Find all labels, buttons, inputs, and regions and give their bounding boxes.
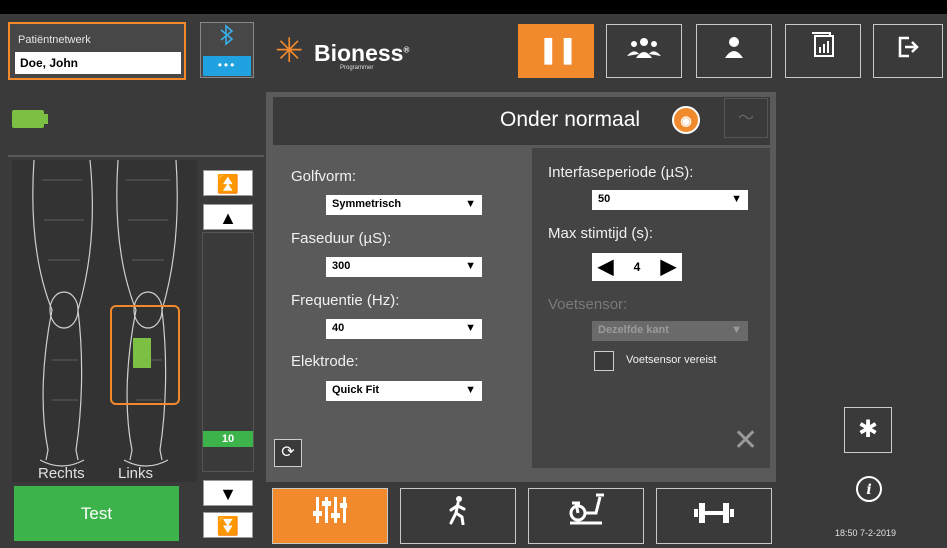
dropdown-arrow-icon: ▼ xyxy=(465,198,476,210)
tab-cycling[interactable] xyxy=(528,488,644,544)
intensity-value: 10 xyxy=(203,431,253,447)
close-icon[interactable]: ✕ xyxy=(733,426,758,456)
golfvorm-value: Symmetrisch xyxy=(332,198,402,210)
tab-stimulation-settings[interactable] xyxy=(272,488,388,544)
voetsensor-value: Dezelfde kant xyxy=(598,324,669,336)
tab-walking[interactable] xyxy=(400,488,516,544)
electrode-pad xyxy=(133,338,151,368)
bluetooth-dots: ••• xyxy=(203,56,251,76)
max-stimtijd-value: 4 xyxy=(633,260,641,274)
max-stimtijd-label: Max stimtijd (s): xyxy=(548,225,653,242)
nav-patient-button[interactable] xyxy=(696,24,772,78)
interfase-label: Interfaseperiode (µS): xyxy=(548,164,694,181)
golfvorm-label: Golfvorm: xyxy=(291,168,357,185)
patient-network-label: Patiëntnetwerk xyxy=(18,34,91,46)
sliders-icon xyxy=(313,497,347,531)
group-icon xyxy=(627,38,661,63)
max-stimtijd-stepper[interactable]: ◀ 4 ▶ xyxy=(592,253,682,281)
faseduur-value: 300 xyxy=(332,260,351,272)
decrement-arrow-icon[interactable]: ◀ xyxy=(598,253,613,281)
frequentie-value: 40 xyxy=(332,322,345,334)
intensity-up-fast-button[interactable]: ⏫ xyxy=(203,170,253,196)
clock-timestamp: 18:50 7-2-2019 xyxy=(835,528,897,538)
tab-strength[interactable] xyxy=(656,488,772,544)
gear-icon: ✱ xyxy=(857,416,879,443)
voetsensor-label: Voetsensor: xyxy=(548,296,628,313)
walking-icon xyxy=(447,496,469,531)
dropdown-arrow-icon: ▼ xyxy=(465,384,476,396)
dropdown-arrow-icon: ▼ xyxy=(465,322,476,334)
program-settings-icon[interactable]: ◉ xyxy=(672,106,700,134)
waveform-icon[interactable]: 〜 xyxy=(724,98,768,138)
interfase-value: 50 xyxy=(598,193,611,205)
bike-icon xyxy=(566,493,606,531)
golfvorm-select[interactable]: Symmetrisch ▼ xyxy=(326,195,482,215)
elektrode-select[interactable]: Quick Fit ▼ xyxy=(326,381,482,401)
info-icon[interactable]: i xyxy=(856,476,882,502)
nav-group-button[interactable] xyxy=(606,24,682,78)
nav-exit-button[interactable] xyxy=(873,24,943,78)
voetsensor-select: Dezelfde kant ▼ xyxy=(592,321,748,341)
divider xyxy=(8,155,264,157)
dropdown-arrow-icon: ▼ xyxy=(731,324,742,336)
interfase-select[interactable]: 50 ▼ xyxy=(592,190,748,210)
program-title: Onder normaal xyxy=(500,108,641,131)
patient-name-field[interactable]: Doe, John xyxy=(15,52,181,74)
brand-name: Bioness® xyxy=(314,40,410,66)
test-button[interactable]: Test xyxy=(14,486,179,541)
intensity-down-fast-button[interactable]: ⏬ xyxy=(203,512,253,538)
battery-tip xyxy=(44,114,48,124)
left-leg-label: Links xyxy=(118,465,154,482)
settings-button[interactable]: ✱ xyxy=(844,407,892,453)
refresh-button[interactable]: ⟳ xyxy=(274,439,302,467)
nav-legs-button[interactable]: ▌▐ xyxy=(518,24,594,78)
right-leg-label: Rechts xyxy=(38,465,85,482)
voetsensor-required-label: Voetsensor vereist xyxy=(626,354,717,366)
bluetooth-icon xyxy=(200,24,254,48)
exit-icon xyxy=(897,36,919,63)
frequentie-label: Frequentie (Hz): xyxy=(291,292,400,309)
increment-arrow-icon[interactable]: ▶ xyxy=(661,253,676,281)
top-strip xyxy=(0,0,947,14)
person-icon xyxy=(724,37,744,63)
dumbbell-icon xyxy=(694,501,734,531)
dropdown-arrow-icon: ▼ xyxy=(731,193,742,205)
brand-subtitle: Programmer xyxy=(340,65,374,71)
elektrode-label: Elektrode: xyxy=(291,353,359,370)
faseduur-select[interactable]: 300 ▼ xyxy=(326,257,482,277)
dropdown-arrow-icon: ▼ xyxy=(465,260,476,272)
intensity-down-button[interactable]: ▼ xyxy=(203,480,253,506)
intensity-up-button[interactable]: ▲ xyxy=(203,204,253,230)
elektrode-value: Quick Fit xyxy=(332,384,380,396)
faseduur-label: Faseduur (µS): xyxy=(291,230,392,247)
frequentie-select[interactable]: 40 ▼ xyxy=(326,319,482,339)
voetsensor-required-checkbox[interactable] xyxy=(594,351,614,371)
refresh-icon: ⟳ xyxy=(281,444,295,461)
legs-icon: ▌▐ xyxy=(544,38,571,63)
report-icon xyxy=(811,32,835,63)
bioness-logo-icon: ✳ xyxy=(275,32,304,70)
battery-icon xyxy=(12,110,44,128)
nav-report-button[interactable] xyxy=(785,24,861,78)
